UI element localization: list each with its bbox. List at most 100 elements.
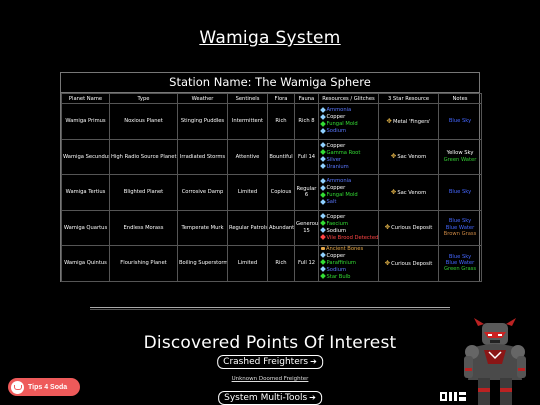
- resource-diamond-icon: [320, 107, 326, 113]
- sentinels-cell: Attentive: [227, 138, 268, 175]
- crashed-freighters-label: Crashed Freighters: [223, 357, 309, 367]
- col-header-star-resource: 3 Star Resource: [378, 93, 439, 104]
- resource-diamond-icon: [320, 213, 326, 220]
- star-resource-cell: ✥Sac Venom: [378, 138, 439, 175]
- unknown-doomed-freighter-link[interactable]: Unknown Doomed Freighter: [0, 376, 540, 382]
- resource-diamond-icon: [320, 163, 326, 169]
- sentinels-cell: Regular Patrols: [227, 209, 268, 246]
- resource-item: Copper: [320, 213, 377, 221]
- resource-item: Star Bulb: [320, 273, 377, 280]
- fauna-cell: Rich 8: [294, 103, 319, 140]
- resource-item: Silver: [320, 156, 377, 164]
- sentinels-cell: Limited: [227, 174, 268, 211]
- col-header-sentinels: Sentinels: [227, 93, 268, 104]
- table-row: Wamiga Quintus Flourishing Planet Boiling …: [61, 245, 482, 282]
- resources-cell: Ammonia Copper Fungal Mold Sodium: [318, 103, 379, 140]
- weather-cell: Temperate Murk: [177, 209, 228, 246]
- resource-diamond-icon: [320, 178, 326, 184]
- resource-item: Vile Brood Detected: [320, 234, 379, 242]
- resource-label: Silver: [326, 156, 342, 163]
- resource-label: Vile Brood Detected: [326, 234, 379, 241]
- fauna-cell: Full 14: [294, 138, 319, 175]
- note-item: Blue Sky: [448, 118, 472, 125]
- resource-label: Uranium: [326, 163, 349, 170]
- resource-label: Star Bulb: [326, 273, 351, 280]
- tips-4-soda-badge[interactable]: Tips 4 Soda: [8, 378, 80, 396]
- notes-cell: Yellow Sky Green Water: [438, 138, 482, 175]
- station-name-title: Station Name: The Wamiga Sphere: [61, 73, 479, 93]
- resource-item: Sodium: [320, 227, 377, 235]
- resource-item: Sodium: [320, 266, 377, 274]
- col-header-notes: Notes: [438, 93, 482, 104]
- resources-cell: Copper Faecium Sodium Vile Brood Detected: [318, 209, 379, 246]
- col-header-planet-name: Planet Name: [61, 93, 110, 104]
- col-header-flora: Flora: [267, 93, 295, 104]
- star-resource-label: Metal 'Fingers': [392, 118, 431, 125]
- arrow-right-icon: ➔: [310, 357, 317, 366]
- star-resource-label: Sac Venom: [397, 189, 427, 196]
- planet-name-cell: Wamiga Quintus: [61, 245, 110, 282]
- resource-label: Ammonia: [326, 178, 352, 185]
- table-row: Wamiga Secundus High Radio Source Planet I…: [61, 138, 482, 175]
- planet-type-cell: High Radio Source Planet: [109, 138, 178, 175]
- sentinels-cell: Intermittent: [227, 103, 268, 140]
- note-item: Green Grass: [443, 266, 477, 273]
- resources-cell: Copper Gamma Root Silver Uranium: [318, 138, 379, 175]
- planet-type-cell: Flourishing Planet: [109, 245, 178, 282]
- resource-item: Faecium: [320, 220, 377, 228]
- three-star-icon: ✥: [384, 223, 391, 232]
- note-item: Brown Grass: [443, 230, 477, 237]
- artifact-icon: [321, 246, 325, 251]
- flora-cell: Abundant: [267, 209, 295, 246]
- resource-diamond-icon: [320, 156, 326, 163]
- col-header-weather: Weather: [177, 93, 228, 104]
- table-row: Wamiga Primus Noxious Planet Stinging Pudd…: [61, 103, 482, 140]
- resource-diamond-icon: [320, 127, 326, 134]
- section-divider: [90, 307, 450, 308]
- resource-item: Ammonia: [320, 107, 377, 114]
- star-resource-label: Curious Deposit: [391, 225, 433, 232]
- system-multi-tools-label: System Multi-Tools: [224, 393, 308, 403]
- note-item: Blue Sky: [448, 189, 472, 196]
- planet-name-cell: Wamiga Secundus: [61, 138, 110, 175]
- resource-diamond-icon: [320, 114, 326, 120]
- weather-cell: Irradiated Storms: [177, 138, 228, 175]
- resource-diamond-icon: [320, 266, 326, 273]
- weather-cell: Boiling Superstorms: [177, 245, 228, 282]
- tips-badge-label: Tips 4 Soda: [28, 383, 68, 391]
- resource-diamond-icon: [320, 220, 326, 227]
- table-header-row: Planet Name Type Weather Sentinels Flora…: [61, 93, 482, 104]
- resource-diamond-icon: [320, 227, 326, 234]
- brand-logo-icon: [440, 392, 466, 401]
- weather-cell: Stinging Puddles: [177, 103, 228, 140]
- resource-label: Copper: [326, 114, 346, 121]
- system-multi-tools-button[interactable]: System Multi-Tools ➔: [218, 391, 322, 405]
- star-resource-cell: ✥Sac Venom: [378, 174, 439, 211]
- star-resource-label: Curious Deposit: [391, 260, 433, 267]
- resource-item: Fungal Mold: [320, 191, 377, 199]
- flora-cell: Rich: [267, 103, 295, 140]
- resource-label: Sodium: [326, 128, 347, 135]
- three-star-icon: ✥: [386, 116, 392, 125]
- planet-type-cell: Endless Morass: [109, 209, 178, 246]
- flora-cell: Bountiful: [267, 138, 295, 175]
- resource-label: Gamma Root: [326, 149, 361, 156]
- planet-type-cell: Blighted Planet: [109, 174, 178, 211]
- fauna-cell: Generous 15: [294, 209, 319, 246]
- resource-diamond-icon: [320, 259, 326, 266]
- resource-label: Copper: [326, 142, 346, 149]
- star-resource-label: Sac Venom: [397, 154, 427, 161]
- resource-diamond-icon: [320, 191, 326, 198]
- arrow-right-icon: ➔: [309, 393, 316, 402]
- resource-item: Gamma Root: [320, 149, 377, 157]
- soda-cup-icon: [11, 380, 24, 394]
- crashed-freighters-button[interactable]: Crashed Freighters ➔: [217, 355, 323, 369]
- resource-item: Uranium: [320, 163, 377, 171]
- table-row: Wamiga Quartus Endless Morass Temperate Mu…: [61, 209, 482, 246]
- col-header-type: Type: [109, 93, 178, 104]
- resource-label: Faecium: [326, 220, 349, 227]
- station-table-panel: Station Name: The Wamiga Sphere Planet N…: [60, 72, 482, 282]
- col-header-fauna: Fauna: [294, 93, 319, 104]
- resource-diamond-icon: [320, 252, 326, 259]
- col-header-resources: Resources / Glitches: [318, 93, 379, 104]
